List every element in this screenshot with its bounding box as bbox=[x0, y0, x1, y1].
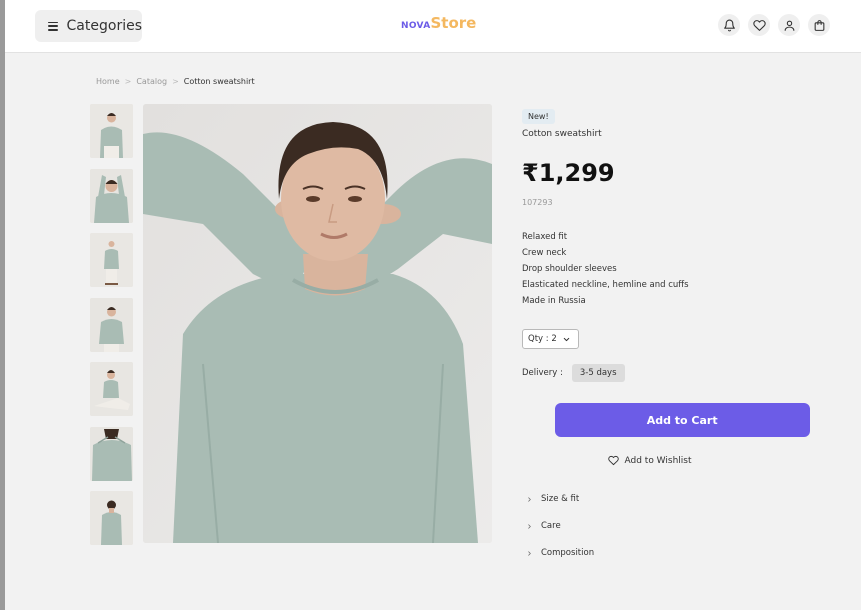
chevron-right-icon bbox=[528, 550, 531, 556]
accordion-label: Size & fit bbox=[541, 494, 580, 504]
breadcrumb-catalog[interactable]: Catalog bbox=[136, 77, 167, 86]
logo-main: Store bbox=[430, 14, 477, 32]
product-price: ₹1,299 bbox=[522, 159, 615, 187]
add-to-cart-button[interactable]: Add to Cart bbox=[554, 403, 810, 437]
breadcrumb: Home > Catalog > Cotton sweatshirt bbox=[96, 77, 255, 86]
delivery-label: Delivery : bbox=[522, 368, 563, 378]
header-actions bbox=[718, 14, 830, 36]
delivery-time: 3-5 days bbox=[571, 364, 625, 382]
add-to-wishlist-button[interactable]: Add to Wishlist bbox=[522, 455, 777, 466]
menu-icon bbox=[48, 21, 58, 31]
breadcrumb-home[interactable]: Home bbox=[96, 77, 120, 86]
thumbnail-1[interactable] bbox=[90, 104, 133, 158]
site-header: Categories NOVA Store bbox=[5, 0, 861, 53]
accordion-label: Care bbox=[541, 521, 561, 531]
thumbnail-3[interactable] bbox=[90, 233, 133, 287]
product-info: New! Cotton sweatshirt ₹1,299 107293 Rel… bbox=[522, 104, 810, 558]
accordion-label: Composition bbox=[541, 548, 595, 558]
thumbnail-2[interactable] bbox=[90, 168, 133, 223]
new-badge: New! bbox=[522, 109, 555, 124]
breadcrumb-separator: > bbox=[124, 77, 132, 86]
feature-item: Elasticated neckline, hemline and cuffs bbox=[522, 280, 689, 290]
quantity-select[interactable]: Qty : 2 bbox=[522, 329, 579, 349]
chevron-right-icon bbox=[528, 496, 531, 502]
delivery-row: Delivery : 3-5 days bbox=[522, 364, 625, 382]
thumbnail-6[interactable] bbox=[90, 426, 133, 481]
thumbnail-4[interactable] bbox=[90, 297, 133, 352]
heart-icon[interactable] bbox=[748, 14, 770, 36]
feature-item: Relaxed fit bbox=[522, 232, 568, 242]
thumbnail-list bbox=[90, 104, 133, 545]
feature-item: Made in Russia bbox=[522, 296, 586, 306]
thumbnail-5[interactable] bbox=[90, 362, 133, 416]
chevron-right-icon bbox=[528, 523, 531, 529]
feature-list: Relaxed fit Crew neck Drop shoulder slee… bbox=[522, 229, 689, 309]
main-product-image[interactable] bbox=[143, 104, 492, 543]
chevron-down-icon bbox=[563, 337, 569, 341]
wishlist-label: Add to Wishlist bbox=[624, 455, 692, 466]
logo-prefix: NOVA bbox=[401, 21, 431, 31]
logo[interactable]: NOVA Store bbox=[401, 14, 476, 32]
product-name: Cotton sweatshirt bbox=[522, 129, 602, 139]
breadcrumb-separator: > bbox=[172, 77, 179, 86]
user-icon[interactable] bbox=[778, 14, 800, 36]
feature-item: Drop shoulder sleeves bbox=[522, 264, 617, 274]
bell-icon[interactable] bbox=[718, 14, 740, 36]
product-sku: 107293 bbox=[522, 198, 553, 207]
heart-icon bbox=[607, 455, 619, 466]
categories-label: Categories bbox=[66, 18, 142, 34]
accordion-size-fit[interactable]: Size & fit bbox=[526, 494, 579, 504]
accordion-care[interactable]: Care bbox=[526, 521, 561, 531]
accordion-composition[interactable]: Composition bbox=[526, 548, 594, 558]
cart-icon[interactable] bbox=[808, 14, 830, 36]
thumbnail-7[interactable] bbox=[90, 491, 133, 545]
categories-button[interactable]: Categories bbox=[35, 10, 142, 42]
window-edge bbox=[0, 0, 5, 610]
breadcrumb-current: Cotton sweatshirt bbox=[183, 77, 255, 86]
feature-item: Crew neck bbox=[522, 248, 567, 258]
quantity-label: Qty : 2 bbox=[528, 334, 557, 344]
